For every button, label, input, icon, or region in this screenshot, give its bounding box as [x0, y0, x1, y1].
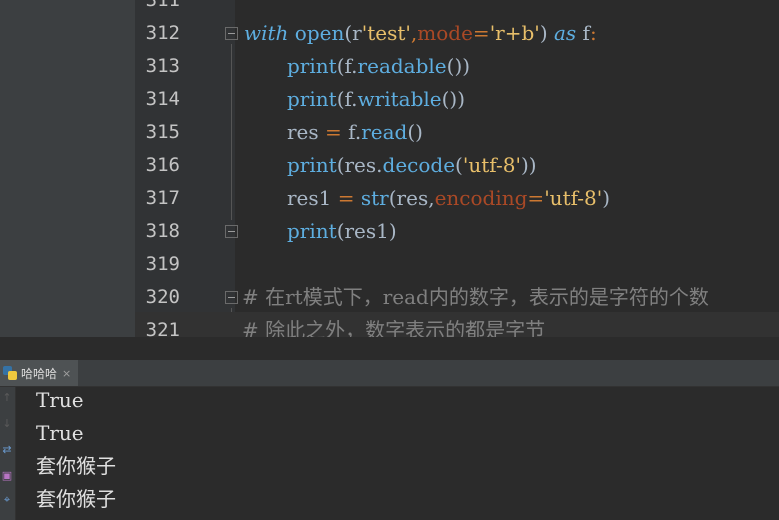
- line-number: 311: [145, 0, 180, 11]
- print-icon[interactable]: ▣: [0, 467, 14, 485]
- builtin-print: print: [287, 153, 337, 177]
- run-tab-label: 哈哈哈: [21, 366, 58, 381]
- builtin-print: print: [287, 54, 337, 78]
- soft-wrap-icon[interactable]: ⇄: [0, 441, 14, 459]
- code-token: (res1): [336, 219, 397, 243]
- project-panel-strip: [0, 0, 135, 337]
- code-token: =: [318, 120, 349, 144]
- code-line[interactable]: 316 print(res.decode('utf-8')): [135, 149, 779, 182]
- method-name: writable: [357, 87, 442, 111]
- string-literal: 'utf-8': [462, 153, 521, 177]
- code-text[interactable]: with open(r'test',mode='r+b') as f:: [244, 17, 597, 50]
- code-text[interactable]: print(f.readable()): [287, 50, 470, 83]
- line-number: 314: [145, 88, 180, 110]
- code-token: (: [455, 153, 463, 177]
- code-line[interactable]: 315 res = f.read(): [135, 116, 779, 149]
- code-text[interactable]: res = f.read(): [287, 116, 423, 149]
- code-comment[interactable]: # 除此之外，数字表示的都是字节: [242, 314, 545, 337]
- line-number: 313: [145, 55, 180, 77]
- code-text[interactable]: print(res.decode('utf-8')): [287, 149, 537, 182]
- code-token: )): [520, 153, 537, 177]
- console-output[interactable]: True True 套你猴子 套你猴子: [36, 384, 116, 516]
- keyword-as: as: [553, 21, 577, 45]
- builtin-open: open: [294, 21, 345, 45]
- line-number: 312: [145, 22, 180, 44]
- code-token: (res,: [388, 186, 435, 210]
- fold-collapse-icon[interactable]: [225, 27, 238, 40]
- string-literal: 'test': [361, 21, 411, 45]
- line-number: 316: [145, 154, 180, 176]
- code-line[interactable]: 317 res1 = str(res,encoding='utf-8'): [135, 182, 779, 215]
- method-name: readable: [357, 54, 447, 78]
- string-literal: 'utf-8': [544, 186, 603, 210]
- code-token: res1: [287, 186, 332, 210]
- code-token: :: [589, 21, 597, 45]
- method-name: read: [361, 120, 408, 144]
- method-name: decode: [382, 153, 456, 177]
- line-number: 320: [145, 286, 180, 308]
- code-line[interactable]: 314 print(f.writable()): [135, 83, 779, 116]
- code-line[interactable]: 313 print(f.readable()): [135, 50, 779, 83]
- code-token: =: [472, 21, 490, 45]
- line-number: 319: [145, 253, 180, 275]
- code-token: f.: [348, 120, 362, 144]
- close-icon[interactable]: ×: [62, 367, 71, 380]
- console-line: True: [36, 421, 84, 445]
- string-literal: 'r+b': [489, 21, 540, 45]
- code-token: =: [527, 186, 545, 210]
- code-token: (f.: [336, 54, 358, 78]
- line-number: 317: [145, 187, 180, 209]
- code-line-current[interactable]: 321 # 除此之外，数字表示的都是字节: [135, 312, 779, 337]
- run-tab-bar: 哈哈哈 ×: [0, 360, 779, 387]
- code-comment[interactable]: # 在rt模式下，read内的数字，表示的是字符的个数: [242, 281, 709, 314]
- code-text[interactable]: print(f.writable()): [287, 83, 465, 116]
- keyword-with: with: [244, 21, 289, 45]
- python-icon: [3, 366, 17, 380]
- code-token: ): [602, 186, 611, 210]
- run-toolbar: ↑ ↓ ⇄ ▣ ⌖: [0, 387, 16, 520]
- pin-icon[interactable]: ⌖: [0, 491, 14, 509]
- code-text[interactable]: res1 = str(res,encoding='utf-8'): [287, 182, 610, 215]
- code-line[interactable]: 319: [135, 248, 779, 281]
- line-number: 315: [145, 121, 180, 143]
- code-token: (res.: [336, 153, 383, 177]
- fold-collapse-icon[interactable]: [225, 291, 238, 304]
- code-token: res: [287, 120, 319, 144]
- code-token: (f.: [336, 87, 358, 111]
- code-line[interactable]: 311: [135, 0, 779, 17]
- console-line: True: [36, 388, 84, 412]
- builtin-print: print: [287, 219, 337, 243]
- arrow-down-icon[interactable]: ↓: [0, 415, 14, 433]
- code-token: ): [539, 21, 554, 45]
- code-text[interactable]: print(res1): [287, 215, 397, 248]
- console-line: 套你猴子: [36, 487, 116, 511]
- console-line: 套你猴子: [36, 454, 116, 478]
- line-number: 318: [145, 220, 180, 242]
- builtin-print: print: [287, 87, 337, 111]
- code-token: (r: [344, 21, 362, 45]
- code-token: =: [331, 186, 361, 210]
- panel-separator[interactable]: [0, 337, 779, 360]
- code-token: (): [407, 120, 423, 144]
- arrow-up-icon[interactable]: ↑: [0, 389, 14, 407]
- code-token: ()): [446, 54, 471, 78]
- code-line[interactable]: 318 print(res1): [135, 215, 779, 248]
- code-token: ()): [441, 87, 466, 111]
- fold-end-icon[interactable]: [225, 225, 238, 238]
- run-tab[interactable]: 哈哈哈 ×: [0, 360, 78, 386]
- code-token: f: [576, 21, 590, 45]
- run-panel: 哈哈哈 × ↑ ↓ ⇄ ▣ ⌖ True True 套你猴子 套你猴子: [0, 360, 779, 520]
- keyword-argument: mode: [417, 21, 473, 45]
- keyword-argument: encoding: [434, 186, 528, 210]
- line-number: 321: [145, 319, 180, 337]
- code-editor[interactable]: 311 312 with open(r'test',mode='r+b') as…: [0, 0, 779, 337]
- builtin-str: str: [360, 186, 389, 210]
